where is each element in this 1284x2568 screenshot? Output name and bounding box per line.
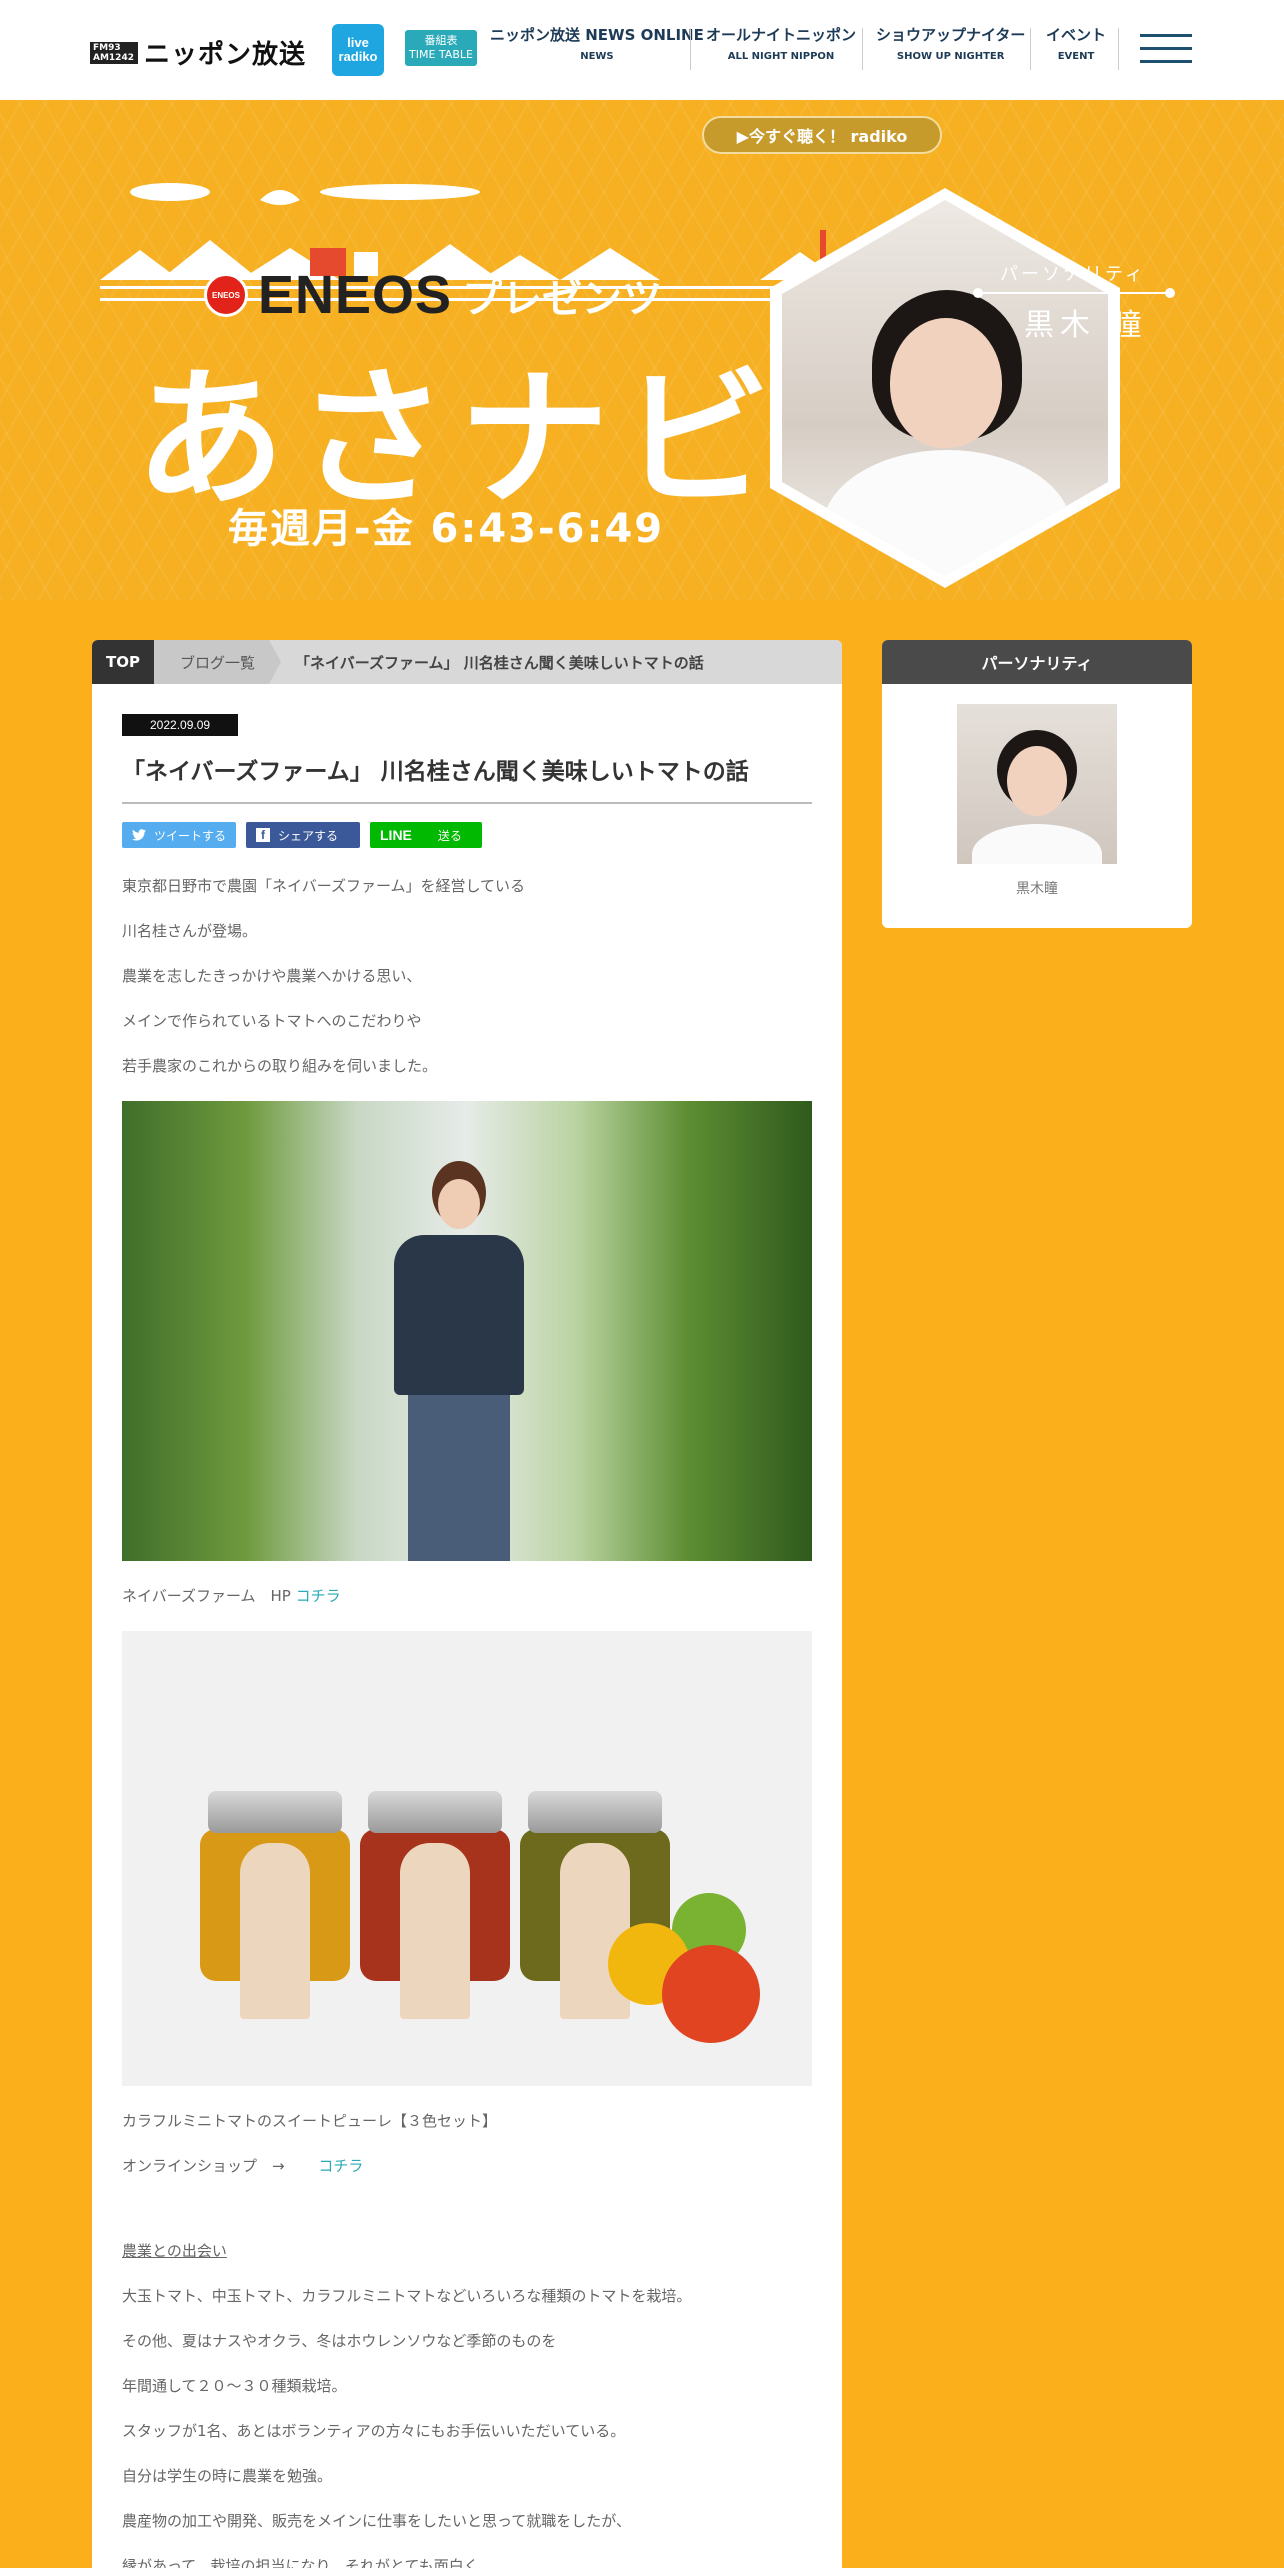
site-header: FM93 AM1242 ニッポン放送 live radiko 番組表 TIME … xyxy=(0,0,1284,100)
nav-nighter-jp: ショウアップナイター xyxy=(876,26,1026,44)
body-paragraph: 縁があって、栽培の担当になり、それがとても面白く xyxy=(122,2557,479,2568)
breadcrumb-current: 「ネイバーズファーム」 川名桂さん聞く美味しいトマトの話 xyxy=(295,653,704,672)
shop-link-line: オンラインショップ → コチラ xyxy=(122,2156,812,2176)
logo-name: ニッポン放送 xyxy=(144,40,307,70)
article-title: 「ネイバーズファーム」 川名桂さん聞く美味しいトマトの話 xyxy=(122,752,812,804)
hp-link[interactable]: コチラ xyxy=(296,1587,341,1605)
listen-now-radiko-button[interactable]: ▶今すぐ聴く！ radiko xyxy=(702,116,942,154)
nav-nighter-en: SHOW UP NIGHTER xyxy=(896,51,1005,62)
line-send-button[interactable]: LINE 送る xyxy=(370,822,482,848)
article-date: 2022.09.09 xyxy=(122,714,239,736)
radiko-live-button[interactable]: live radiko xyxy=(332,24,384,76)
breadcrumb-top[interactable]: TOP xyxy=(92,640,166,684)
intro-paragraph: メインで作られているトマトへのこだわりや xyxy=(122,1012,422,1030)
nav-event[interactable]: イベント EVENT xyxy=(1046,24,1106,62)
personality-divider xyxy=(973,288,1175,298)
nav-event-en: EVENT xyxy=(1057,51,1095,62)
personality-name: 黒木 瞳 xyxy=(1024,308,1148,343)
personality-photo[interactable] xyxy=(957,704,1117,864)
nav-divider xyxy=(1030,28,1031,70)
nav-news-en: NEWS xyxy=(580,51,614,62)
intro-paragraph: 東京都日野市で農園「ネイバーズファーム」を経営している xyxy=(122,877,526,895)
share-buttons: ツイートする f シェアする LINE 送る xyxy=(122,822,812,848)
timetable-jp: 番組表 xyxy=(424,34,458,47)
farmer-greenhouse-photo xyxy=(122,1101,812,1561)
timetable-en: TIME TABLE xyxy=(409,48,473,61)
nav-divider xyxy=(1118,28,1119,70)
line-logo: LINE xyxy=(380,827,412,843)
tweet-button[interactable]: ツイートする xyxy=(122,822,236,848)
program-hero: ▶今すぐ聴く！ radiko ENEOS ENEOS プレゼンツ あさナビ 毎週… xyxy=(0,100,1284,600)
personality-label: パーソナリティ xyxy=(1000,264,1146,285)
facebook-share-label: シェアする xyxy=(278,828,339,843)
shop-link[interactable]: コチラ xyxy=(318,2157,363,2175)
nav-divider xyxy=(862,28,863,70)
facebook-share-button[interactable]: f シェアする xyxy=(246,822,360,848)
hamburger-menu-icon[interactable] xyxy=(1140,34,1192,66)
body-paragraph: スタッフが1名、あとはボランティアの方々にもお手伝いいただいている。 xyxy=(122,2422,626,2440)
intro-paragraph: 若手農家のこれからの取り組みを伺いました。 xyxy=(122,1057,438,1075)
shop-text: オンラインショップ → xyxy=(122,2157,300,2175)
sidebar-heading: パーソナリティ xyxy=(882,640,1192,684)
nav-ann-jp: オールナイトニッポン xyxy=(706,26,857,44)
logo-frequency: FM93 AM1242 xyxy=(90,41,138,64)
breadcrumb: TOP ブログ一覧 「ネイバーズファーム」 川名桂さん聞く美味しいトマトの話 xyxy=(92,640,842,684)
nav-all-night-nippon[interactable]: オールナイトニッポン ALL NIGHT NIPPON xyxy=(706,24,856,62)
hp-link-line: ネイバーズファーム HP コチラ xyxy=(122,1586,812,1606)
site-logo[interactable]: FM93 AM1242 ニッポン放送 xyxy=(90,34,306,71)
tweet-label: ツイートする xyxy=(154,828,227,843)
eneos-logo-icon: ENEOS xyxy=(204,273,248,317)
intro-paragraph: 川名桂さんが登場。 xyxy=(122,922,258,940)
nav-ann-en: ALL NIGHT NIPPON xyxy=(727,51,835,62)
timetable-button[interactable]: 番組表 TIME TABLE xyxy=(405,30,477,66)
hp-text: ネイバーズファーム HP xyxy=(122,1587,291,1605)
body-paragraph: 農産物の加工や開発、販売をメインに仕事をしたいと思って就職をしたが、 xyxy=(122,2512,631,2530)
nav-show-up-nighter[interactable]: ショウアップナイター SHOW UP NIGHTER xyxy=(876,24,1025,62)
breadcrumb-blog-list[interactable]: ブログ一覧 xyxy=(153,640,282,684)
body-paragraph: その他、夏はナスやオクラ、冬はホウレンソウなど季節のものを xyxy=(122,2332,557,2350)
tomato-puree-photo xyxy=(122,1631,812,2086)
personality-sidebar: パーソナリティ 黒木瞳 xyxy=(882,640,1192,928)
twitter-bird-icon xyxy=(132,829,146,841)
nav-news[interactable]: ニッポン放送 NEWS ONLINE NEWS xyxy=(490,24,704,62)
body-paragraph: 年間通して２０～３０種類栽培。 xyxy=(122,2377,347,2395)
sidebar-personality-name[interactable]: 黒木瞳 xyxy=(882,878,1192,898)
article-body: 2022.09.09 「ネイバーズファーム」 川名桂さん聞く美味しいトマトの話 … xyxy=(92,684,842,2568)
body-paragraph: 大玉トマト、中玉トマト、カラフルミニトマトなどいろいろな種類のトマトを栽培。 xyxy=(122,2287,692,2305)
sponsor-name: ENEOS xyxy=(258,265,453,325)
intro-paragraph: 農業を志したきっかけや農業へかける思い、 xyxy=(122,967,422,985)
body-paragraph: 自分は学生の時に農業を勉強。 xyxy=(122,2467,333,2485)
program-time: 毎週月-金 6:43-6:49 xyxy=(228,506,665,552)
nav-news-jp: ニッポン放送 NEWS ONLINE xyxy=(490,26,704,44)
product-caption: カラフルミニトマトのスイートピューレ【３色セット】 xyxy=(122,2112,498,2130)
nav-divider xyxy=(690,28,691,70)
section-heading: 農業との出会い xyxy=(122,2242,227,2260)
sponsor-presents: プレゼンツ xyxy=(462,276,663,322)
line-send-label: 送る xyxy=(437,828,462,843)
personality-hex-photo xyxy=(770,188,1120,588)
article-card: TOP ブログ一覧 「ネイバーズファーム」 川名桂さん聞く美味しいトマトの話 2… xyxy=(92,640,842,2568)
nav-event-jp: イベント xyxy=(1046,26,1107,44)
sponsor-row: ENEOS ENEOS プレゼンツ xyxy=(204,264,662,326)
facebook-f-icon: f xyxy=(256,828,270,842)
